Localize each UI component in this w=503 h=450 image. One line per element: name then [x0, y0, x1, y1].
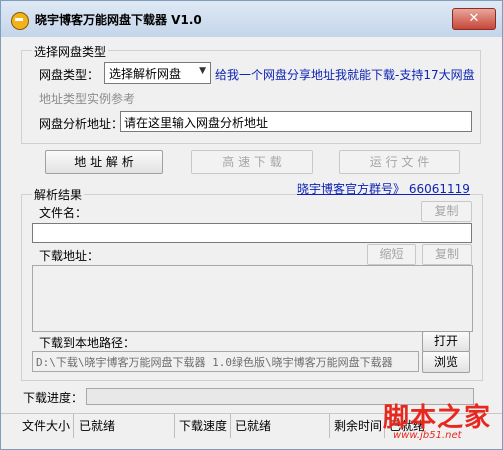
local-path-value: D:\下载\晓宇博客万能网盘下载器 1.0绿色版\晓宇博客万能网盘下载器	[36, 356, 393, 369]
supported-disks-link[interactable]: 给我一个网盘分享地址我就能下载-支持17大网盘	[215, 66, 475, 83]
watermark-sub: www.jb51.net	[393, 430, 462, 441]
file-size-value: 已就绪	[79, 419, 116, 433]
app-window: 晓宇博客万能网盘下载器 V1.0 ✕ 选择网盘类型 网盘类型： 选择解析网盘 ▼…	[0, 0, 503, 450]
filename-input[interactable]	[32, 223, 472, 243]
app-icon	[11, 12, 29, 30]
copy-filename-label: 复制	[434, 204, 459, 218]
url-input-value: 请在这里输入网盘分析地址	[124, 116, 269, 130]
title-bar[interactable]: 晓宇博客万能网盘下载器 V1.0 ✕	[1, 1, 502, 37]
run-file-button[interactable]: 运 行 文 件	[339, 150, 460, 174]
shorten-label: 缩短	[379, 247, 404, 261]
close-button[interactable]: ✕	[452, 8, 496, 30]
open-button[interactable]: 打开	[422, 331, 470, 352]
url-label: 网盘分析地址：	[39, 117, 124, 131]
status-divider	[73, 414, 74, 438]
copy-filename-button[interactable]: 复制	[421, 201, 472, 222]
copy-url-button[interactable]: 复制	[422, 244, 472, 265]
browse-label: 浏览	[433, 355, 458, 369]
download-url-textarea[interactable]	[32, 265, 473, 332]
type-select-value: 选择解析网盘	[109, 67, 182, 81]
type-label: 网盘类型：	[39, 68, 100, 82]
local-path-label: 下载到本地路径：	[39, 336, 136, 350]
speed-label: 下载速度	[179, 419, 228, 433]
file-size-label: 文件大小	[22, 419, 71, 433]
shorten-button[interactable]: 缩短	[367, 244, 416, 265]
result-group-title: 解析结果	[32, 186, 85, 203]
parse-button[interactable]: 地 址 解 析	[45, 150, 163, 174]
qq-group-link[interactable]: 晓宇博客官方群号》 66061119	[297, 180, 470, 197]
run-file-button-label: 运 行 文 件	[369, 155, 430, 169]
chevron-down-icon: ▼	[199, 66, 206, 76]
close-icon: ✕	[468, 11, 480, 26]
parse-button-label: 地 址 解 析	[74, 155, 134, 169]
open-label: 打开	[433, 334, 458, 348]
status-divider	[230, 414, 231, 438]
status-divider	[174, 414, 175, 438]
window-title: 晓宇博客万能网盘下载器 V1.0	[35, 13, 202, 27]
copy-url-label: 复制	[434, 247, 459, 261]
watermark-main: 脚本之家	[383, 403, 492, 433]
url-input[interactable]: 请在这里输入网盘分析地址	[120, 111, 472, 132]
speed-value: 已就绪	[235, 419, 272, 433]
type-select[interactable]: 选择解析网盘 ▼	[104, 62, 211, 84]
fast-download-button-label: 高 速 下 载	[222, 155, 282, 169]
example-link[interactable]: 地址类型实例参考	[39, 90, 135, 107]
filename-label: 文件名：	[39, 206, 88, 220]
download-url-label: 下载地址：	[39, 249, 100, 263]
status-divider	[329, 414, 330, 438]
site-watermark: 脚本之家 www.jb51.net	[383, 397, 501, 447]
remaining-label: 剩余时间	[334, 419, 383, 433]
select-type-group-title: 选择网盘类型	[32, 43, 109, 60]
local-path-input[interactable]: D:\下载\晓宇博客万能网盘下载器 1.0绿色版\晓宇博客万能网盘下载器	[32, 351, 419, 372]
browse-button[interactable]: 浏览	[422, 351, 470, 373]
progress-label: 下载进度：	[23, 391, 84, 405]
fast-download-button[interactable]: 高 速 下 载	[191, 150, 313, 174]
